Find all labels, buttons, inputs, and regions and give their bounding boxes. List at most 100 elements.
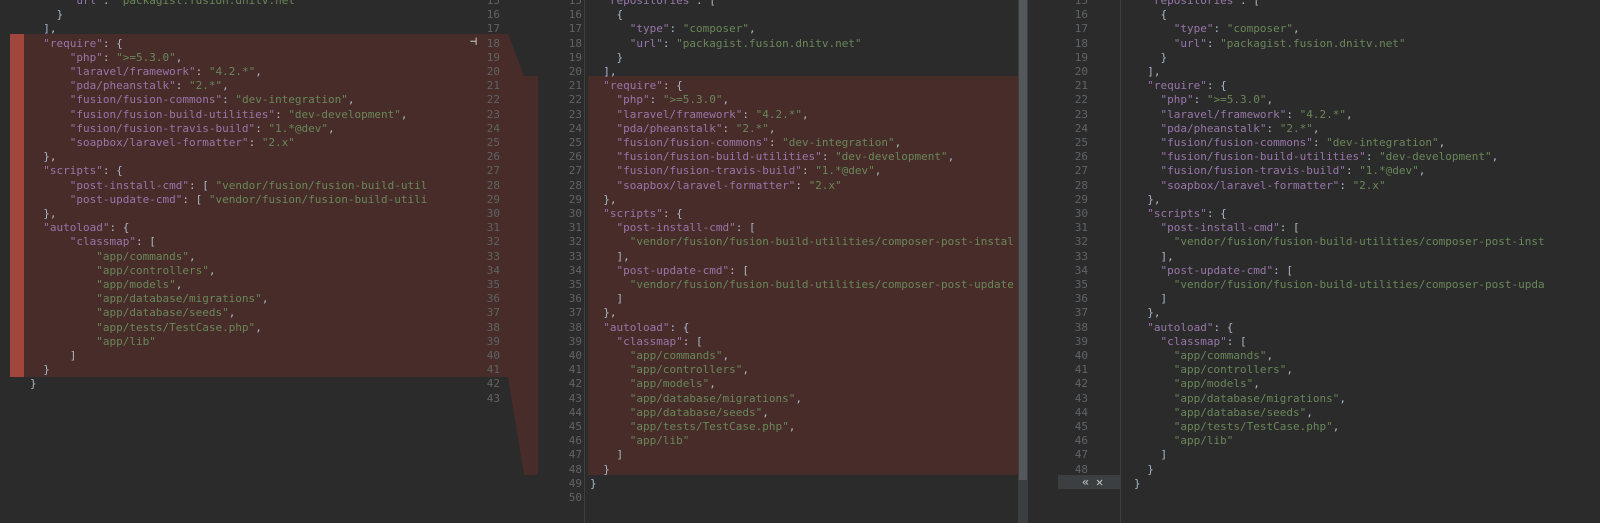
code-line[interactable]: "app/controllers", (590, 363, 1018, 377)
code-line[interactable]: "app/database/migrations", (590, 392, 1018, 406)
code-line[interactable]: "scripts": { (590, 207, 1018, 221)
code-line[interactable]: "url": "packagist.fusion.dnitv.net" (590, 37, 1018, 51)
code-line[interactable]: "url": "packagist.fusion.dnitv.net" (1134, 37, 1600, 51)
vertical-scrollbar[interactable] (1018, 0, 1028, 523)
code-line[interactable]: "require": { (1134, 79, 1600, 93)
code-line[interactable]: "fusion/fusion-build-utilities": "dev-de… (1134, 150, 1600, 164)
code-line[interactable]: "laravel/framework": "4.2.*", (30, 65, 452, 79)
code-line[interactable]: "post-update-cmd": [ (590, 264, 1018, 278)
code-line[interactable]: "vendor/fusion/fusion-build-utilities/co… (1134, 235, 1600, 249)
code-line[interactable]: "app/database/migrations", (1134, 392, 1600, 406)
code-line[interactable]: "app/models", (590, 377, 1018, 391)
code-line[interactable]: "autoload": { (1134, 321, 1600, 335)
code-line[interactable]: }, (30, 207, 452, 221)
code-line[interactable]: "app/lib" (1134, 434, 1600, 448)
code-line[interactable]: "url": "packagist.fusion.dnitv.net" (30, 0, 452, 8)
code-line[interactable]: "fusion/fusion-commons": "dev-integratio… (1134, 136, 1600, 150)
code-line[interactable]: "soapbox/laravel-formatter": "2.x" (590, 179, 1018, 193)
code-line[interactable]: "vendor/fusion/fusion-build-utilities/co… (1134, 278, 1600, 292)
code-line[interactable]: "type": "composer", (590, 22, 1018, 36)
code-line[interactable]: "app/controllers", (30, 264, 452, 278)
code-line[interactable]: "classmap": [ (1134, 335, 1600, 349)
code-line[interactable]: { (1134, 8, 1600, 22)
code-line[interactable]: "app/lib" (30, 335, 452, 349)
code-line[interactable]: "php": ">=5.3.0", (590, 93, 1018, 107)
code-line[interactable]: "app/commands", (30, 250, 452, 264)
code-line[interactable]: "repositories": [ (1134, 0, 1600, 8)
code-line[interactable]: "fusion/fusion-build-utilities": "dev-de… (30, 108, 452, 122)
code-line[interactable]: ], (1134, 65, 1600, 79)
code-line[interactable]: "php": ">=5.3.0", (1134, 93, 1600, 107)
code-line[interactable]: "soapbox/laravel-formatter": "2.x" (30, 136, 452, 150)
code-line[interactable]: } (1134, 463, 1600, 477)
code-line[interactable]: "laravel/framework": "4.2.*", (1134, 108, 1600, 122)
code-line[interactable]: ], (590, 65, 1018, 79)
code-line[interactable]: "pda/pheanstalk": "2.*", (590, 122, 1018, 136)
code-line[interactable]: "require": { (590, 79, 1018, 93)
close-icon-right[interactable]: ✕ (1096, 475, 1103, 489)
code-line[interactable]: "classmap": [ (590, 335, 1018, 349)
code-line[interactable]: "app/tests/TestCase.php", (590, 420, 1018, 434)
code-line[interactable]: ] (1134, 292, 1600, 306)
code-line[interactable]: ], (30, 22, 452, 36)
code-line[interactable]: ], (590, 250, 1018, 264)
code-line[interactable]: ] (590, 292, 1018, 306)
code-line[interactable]: "app/database/seeds", (1134, 406, 1600, 420)
code-line[interactable]: { (590, 8, 1018, 22)
code-line[interactable]: ] (590, 448, 1018, 462)
code-line[interactable]: }, (1134, 193, 1600, 207)
code-line[interactable]: "classmap": [ (30, 235, 452, 249)
code-line[interactable]: "fusion/fusion-travis-build": "1.*@dev", (1134, 164, 1600, 178)
code-line[interactable]: "post-install-cmd": [ (1134, 221, 1600, 235)
code-line[interactable]: ], (1134, 250, 1600, 264)
code-line[interactable]: } (590, 477, 1018, 491)
scrollbar-thumb[interactable] (1019, 0, 1027, 480)
middle-editor-pane[interactable]: 15 16 17 18 19 20 21 22 23 24 25 26 27 28 29 30 31 32 33 34… (538, 0, 1018, 523)
code-line[interactable]: "app/controllers", (1134, 363, 1600, 377)
code-line[interactable]: } (30, 8, 452, 22)
code-line[interactable]: "post-install-cmd": [ "vendor/fusion/fus… (30, 179, 452, 193)
apply-left-icon[interactable]: « (1082, 475, 1089, 489)
code-line[interactable]: "app/database/seeds", (30, 306, 452, 320)
code-line[interactable]: } (590, 51, 1018, 65)
code-line[interactable]: "type": "composer", (1134, 22, 1600, 36)
code-line[interactable]: "app/commands", (590, 349, 1018, 363)
code-line[interactable]: "soapbox/laravel-formatter": "2.x" (1134, 179, 1600, 193)
code-line[interactable]: } (590, 463, 1018, 477)
code-line[interactable]: "app/tests/TestCase.php", (1134, 420, 1600, 434)
code-line[interactable]: }, (590, 306, 1018, 320)
code-line[interactable]: } (30, 363, 452, 377)
code-line[interactable]: }, (590, 193, 1018, 207)
code-line[interactable]: } (1134, 477, 1600, 491)
code-line[interactable]: "scripts": { (1134, 207, 1600, 221)
code-line[interactable]: "app/commands", (1134, 349, 1600, 363)
code-line[interactable]: "app/models", (1134, 377, 1600, 391)
code-line[interactable]: "pda/pheanstalk": "2.*", (1134, 122, 1600, 136)
code-line[interactable]: "fusion/fusion-travis-build": "1.*@dev", (30, 122, 452, 136)
code-line[interactable]: ] (1134, 448, 1600, 462)
left-editor-pane[interactable]: "url": "packagist.fusion.dnitv.net" } ],… (0, 0, 452, 523)
code-line[interactable]: "app/database/migrations", (30, 292, 452, 306)
code-line[interactable]: "scripts": { (30, 164, 452, 178)
code-line[interactable]: "laravel/framework": "4.2.*", (590, 108, 1018, 122)
code-line[interactable]: "autoload": { (590, 321, 1018, 335)
right-editor-pane[interactable]: "repositories": [ { "type": "composer", … (1120, 0, 1600, 523)
code-line[interactable]: "fusion/fusion-commons": "dev-integratio… (590, 136, 1018, 150)
code-line[interactable]: "require": { (30, 37, 452, 51)
code-line[interactable]: "post-install-cmd": [ (590, 221, 1018, 235)
code-line[interactable]: }, (1134, 306, 1600, 320)
code-line[interactable]: "vendor/fusion/fusion-build-utilities/co… (590, 278, 1018, 292)
code-line[interactable]: } (30, 377, 452, 391)
code-line[interactable]: "app/lib" (590, 434, 1018, 448)
code-line[interactable]: "fusion/fusion-build-utilities": "dev-de… (590, 150, 1018, 164)
code-line[interactable]: "app/tests/TestCase.php", (30, 321, 452, 335)
code-line[interactable]: "fusion/fusion-commons": "dev-integratio… (30, 93, 452, 107)
code-line[interactable]: "post-update-cmd": [ "vendor/fusion/fusi… (30, 193, 452, 207)
code-line[interactable]: } (1134, 51, 1600, 65)
code-line[interactable]: "app/models", (30, 278, 452, 292)
code-line[interactable]: }, (30, 150, 452, 164)
code-line[interactable]: "post-update-cmd": [ (1134, 264, 1600, 278)
code-line[interactable]: "app/database/seeds", (590, 406, 1018, 420)
code-line[interactable] (590, 491, 1018, 505)
code-line[interactable]: "pda/pheanstalk": "2.*", (30, 79, 452, 93)
